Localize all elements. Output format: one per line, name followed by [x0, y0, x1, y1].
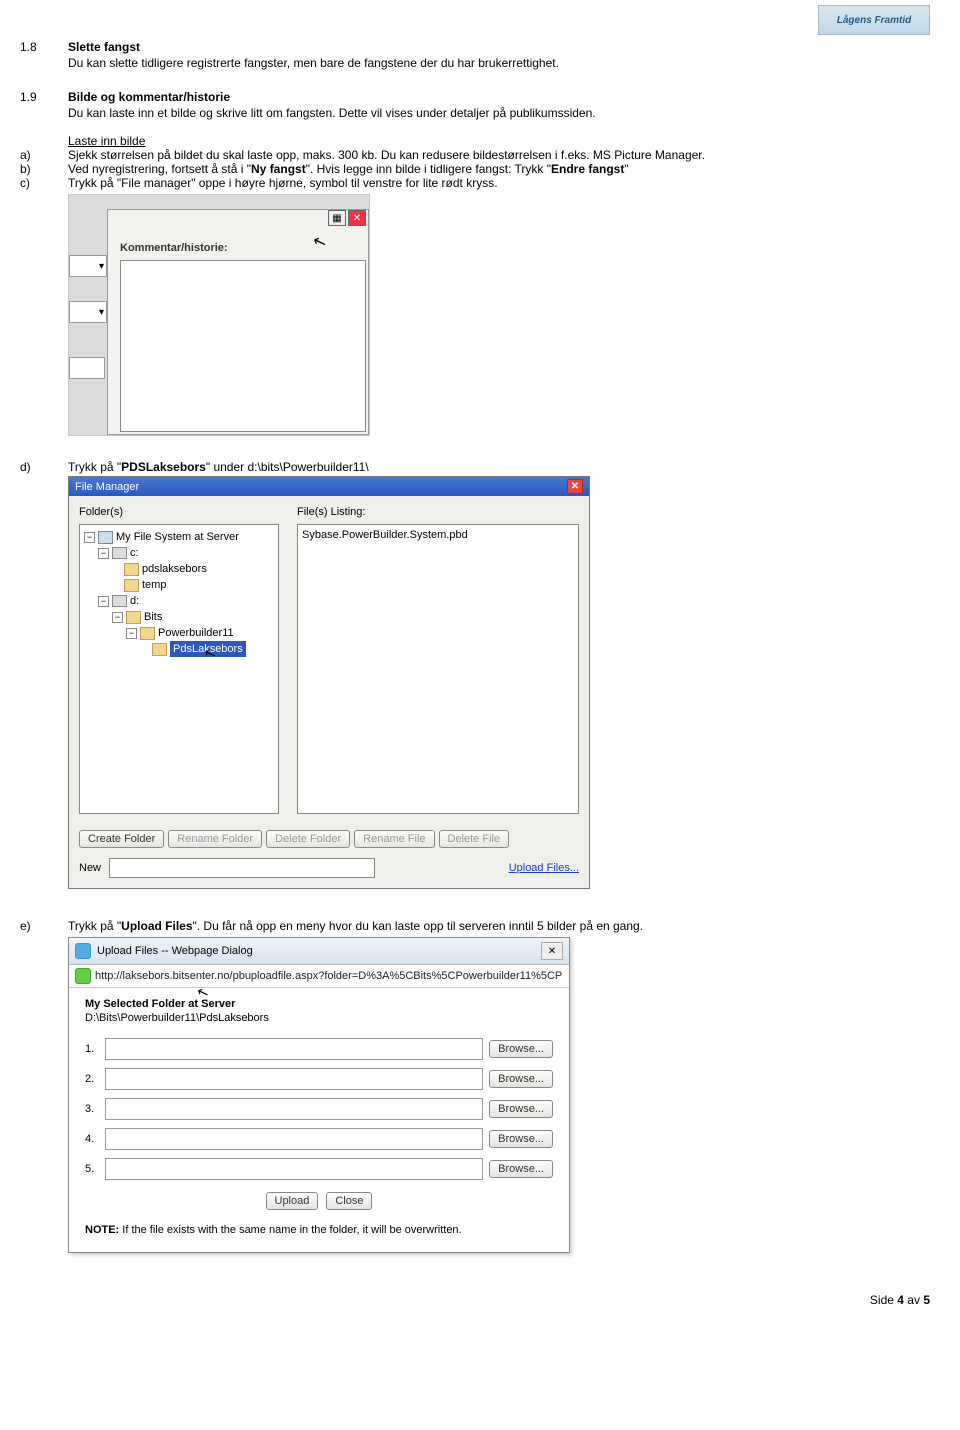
delete-file-button: Delete File — [439, 830, 510, 848]
screenshot-comment-dialog: ▾ ▾ ▦ ✕ Kommentar/historie: ↖ — [68, 194, 370, 436]
window-title: Upload Files -- Webpage Dialog — [97, 945, 253, 957]
browse-button[interactable]: Browse... — [489, 1070, 553, 1088]
delete-folder-button: Delete Folder — [266, 830, 350, 848]
step-label: c) — [20, 176, 68, 190]
folder-tree[interactable]: −My File System at Server −c: pdslaksebo… — [79, 524, 279, 814]
rename-file-button: Rename File — [354, 830, 434, 848]
step-text: Sjekk størrelsen på bildet du skal laste… — [68, 148, 930, 162]
step-a: a) Sjekk størrelsen på bildet du skal la… — [20, 148, 930, 162]
url-text: http://laksebors.bitsenter.no/pbuploadfi… — [95, 970, 563, 982]
brand-logo: Lågens Framtid — [818, 5, 930, 35]
sub-heading: Laste inn bilde — [68, 134, 930, 148]
drive-icon — [112, 547, 127, 559]
dropdown-stub[interactable]: ▾ — [69, 301, 107, 323]
file-item[interactable]: Sybase.PowerBuilder.System.pbd — [302, 529, 574, 541]
browse-button[interactable]: Browse... — [489, 1100, 553, 1118]
step-e: e) Trykk på "Upload Files". Du får nå op… — [20, 919, 930, 933]
section-text: Du kan slette tidligere registrerte fang… — [68, 56, 930, 70]
step-label: b) — [20, 162, 68, 176]
section-title: Bilde og kommentar/historie — [68, 90, 930, 104]
folder-icon — [140, 627, 155, 640]
create-folder-button[interactable]: Create Folder — [79, 830, 164, 848]
comment-label: Kommentar/historie: — [120, 242, 228, 254]
browse-button[interactable]: Browse... — [489, 1130, 553, 1148]
upload-path: D:\Bits\Powerbuilder11\PdsLaksebors — [85, 1012, 553, 1024]
window-titlebar: File Manager ✕ — [69, 477, 589, 496]
folders-label: Folder(s) — [79, 506, 279, 518]
dropdown-stub[interactable]: ▾ — [69, 255, 107, 277]
step-c: c) Trykk på "File manager" oppe i høyre … — [20, 176, 930, 190]
row-number: 3. — [85, 1103, 99, 1115]
folder-icon — [124, 579, 139, 592]
folder-icon — [124, 563, 139, 576]
upload-note: NOTE: If the file exists with the same n… — [85, 1224, 553, 1236]
row-number: 4. — [85, 1133, 99, 1145]
section-text: Du kan laste inn et bilde og skrive litt… — [68, 106, 930, 120]
upload-heading: My Selected Folder at Server — [85, 998, 553, 1010]
browse-button[interactable]: Browse... — [489, 1160, 553, 1178]
file-input-5[interactable] — [105, 1158, 483, 1180]
section-1-8: 1.8 Slette fangst Du kan slette tidliger… — [20, 40, 930, 70]
step-d: d) Trykk på "PDSLaksebors" under d:\bits… — [20, 460, 930, 474]
folder-icon — [126, 611, 141, 624]
close-icon[interactable]: ✕ — [541, 942, 563, 960]
globe-icon — [75, 968, 91, 984]
cursor-icon: ↖ — [310, 230, 329, 253]
section-1-9: 1.9 Bilde og kommentar/historie Du kan l… — [20, 90, 930, 120]
close-button[interactable]: Close — [326, 1192, 372, 1210]
file-list[interactable]: Sybase.PowerBuilder.System.pbd — [297, 524, 579, 814]
file-input-1[interactable] — [105, 1038, 483, 1060]
ie-icon — [75, 943, 91, 959]
files-label: File(s) Listing: — [297, 506, 579, 518]
file-row: 3. Browse... — [85, 1098, 553, 1120]
step-label: d) — [20, 460, 68, 474]
file-input-2[interactable] — [105, 1068, 483, 1090]
file-row: 4. Browse... — [85, 1128, 553, 1150]
file-row: 5. Browse... — [85, 1158, 553, 1180]
close-icon[interactable]: ✕ — [567, 479, 583, 494]
grid-icon[interactable]: ▦ — [328, 210, 346, 226]
rename-folder-button: Rename Folder — [168, 830, 262, 848]
section-number: 1.8 — [20, 40, 68, 70]
section-title: Slette fangst — [68, 40, 930, 54]
screenshot-file-manager: File Manager ✕ Folder(s) −My File System… — [68, 476, 590, 889]
new-label: New — [79, 862, 101, 874]
row-number: 5. — [85, 1163, 99, 1175]
file-row: 1. Browse... — [85, 1038, 553, 1060]
address-bar: http://laksebors.bitsenter.no/pbuploadfi… — [69, 965, 569, 988]
section-number: 1.9 — [20, 90, 68, 120]
file-input-4[interactable] — [105, 1128, 483, 1150]
file-input-3[interactable] — [105, 1098, 483, 1120]
drive-icon — [112, 595, 127, 607]
step-text: Trykk på "File manager" oppe i høyre hjø… — [68, 176, 930, 190]
computer-icon — [98, 531, 113, 544]
row-number: 1. — [85, 1043, 99, 1055]
window-title: File Manager — [75, 481, 139, 493]
file-row: 2. Browse... — [85, 1068, 553, 1090]
screenshot-upload-dialog: Upload Files -- Webpage Dialog ✕ http://… — [68, 937, 570, 1253]
step-label: e) — [20, 919, 68, 933]
upload-button[interactable]: Upload — [266, 1192, 319, 1210]
page-footer: Side 4 av 5 — [0, 1273, 960, 1317]
window-titlebar: Upload Files -- Webpage Dialog ✕ — [69, 938, 569, 965]
comment-textarea[interactable] — [120, 260, 366, 432]
new-folder-input[interactable] — [109, 858, 375, 878]
step-text: Ved nyregistrering, fortsett å stå i "Ny… — [68, 162, 930, 176]
folder-icon — [152, 643, 167, 656]
browse-button[interactable]: Browse... — [489, 1040, 553, 1058]
step-label: a) — [20, 148, 68, 162]
input-stub[interactable] — [69, 357, 105, 379]
step-text: Trykk på "PDSLaksebors" under d:\bits\Po… — [68, 460, 930, 474]
close-icon[interactable]: ✕ — [348, 210, 366, 226]
upload-files-link[interactable]: Upload Files... — [509, 862, 579, 874]
row-number: 2. — [85, 1073, 99, 1085]
step-text: Trykk på "Upload Files". Du får nå opp e… — [68, 919, 930, 933]
step-b: b) Ved nyregistrering, fortsett å stå i … — [20, 162, 930, 176]
